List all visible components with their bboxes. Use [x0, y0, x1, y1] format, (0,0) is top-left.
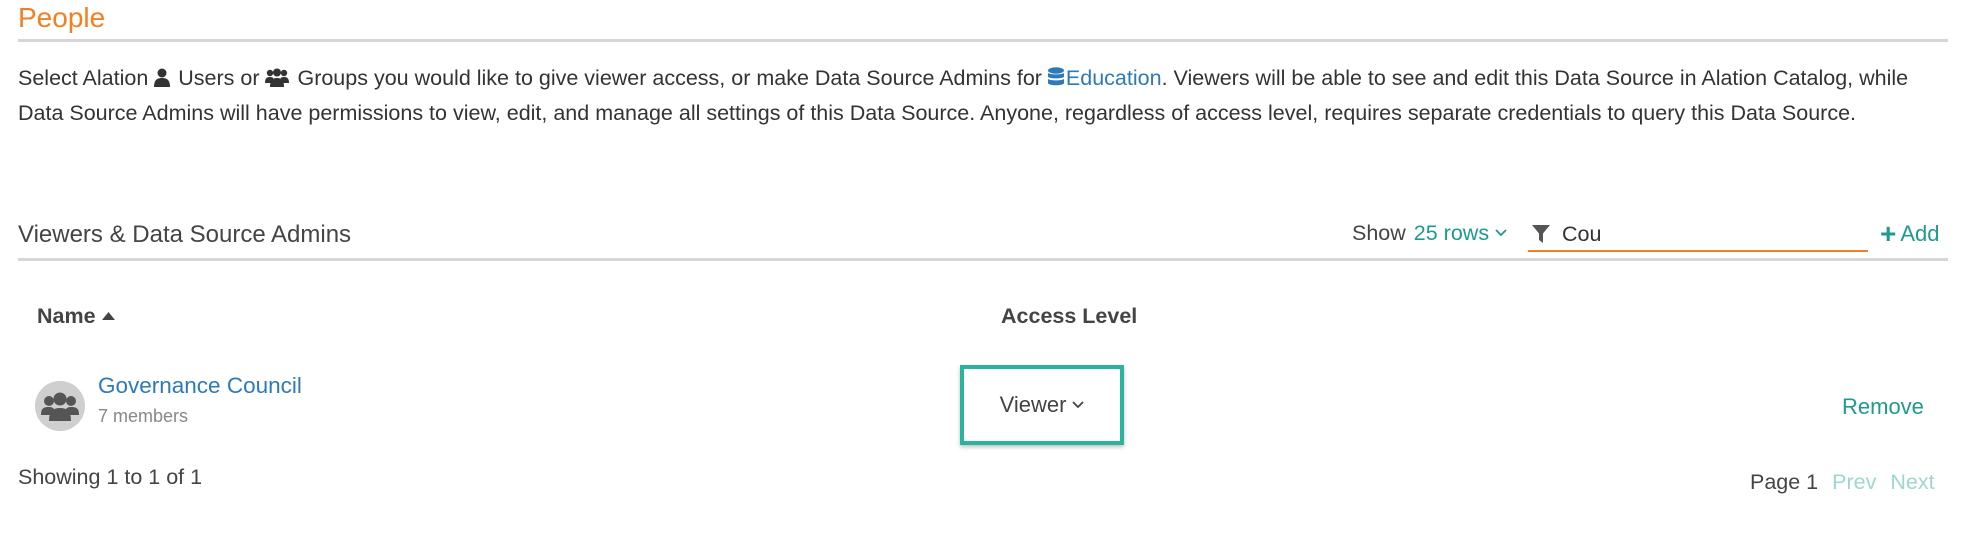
add-button[interactable]: + Add: [1880, 218, 1940, 250]
description-part2: or: [234, 66, 266, 90]
show-label: Show: [1352, 220, 1406, 245]
remove-button[interactable]: Remove: [1842, 392, 1924, 422]
filter-field[interactable]: [1528, 218, 1868, 252]
filter-input[interactable]: [1562, 221, 1852, 247]
description-users: Users: [178, 66, 235, 90]
group-name-link[interactable]: Governance Council: [98, 371, 302, 401]
sort-asc-icon: [101, 312, 115, 320]
rows-per-page-value: 25 rows: [1413, 220, 1490, 245]
users-group-icon: [265, 64, 290, 97]
next-button[interactable]: Next: [1890, 467, 1934, 497]
user-icon: [154, 64, 171, 97]
member-count: 7 members: [98, 406, 189, 426]
column-header-access-level: Access Level: [1001, 304, 1138, 328]
description-part1: Select Alation: [18, 66, 155, 90]
group-avatar: [35, 381, 85, 431]
column-header-name[interactable]: Name: [37, 302, 115, 330]
access-level-select[interactable]: Viewer: [960, 365, 1124, 445]
access-level-value: Viewer: [999, 392, 1067, 417]
column-header-name-label: Name: [37, 304, 96, 328]
database-icon: [1047, 64, 1064, 97]
table-divider: [18, 258, 1948, 261]
description-text: Select Alation Users or Groups you would…: [18, 62, 1953, 129]
plus-icon: +: [1880, 218, 1897, 249]
add-button-label: Add: [1900, 221, 1940, 246]
prev-button[interactable]: Prev: [1832, 467, 1876, 497]
pagination: Page 1 Prev Next: [1750, 467, 1935, 497]
rows-per-page-select[interactable]: 25 rows: [1414, 221, 1507, 246]
chevron-down-icon: [1495, 229, 1507, 237]
section-divider: [18, 39, 1948, 42]
showing-count: Showing 1 to 1 of 1: [18, 465, 203, 489]
datasource-link[interactable]: Education: [1066, 66, 1162, 90]
people-permissions-panel: People Select Alation Users or Groups yo…: [0, 0, 1964, 550]
page-indicator: Page 1: [1750, 470, 1819, 494]
table-title: Viewers & Data Source Admins: [18, 221, 352, 248]
description-groups: Groups: [297, 66, 368, 90]
users-group-icon: [35, 381, 85, 431]
description-part3: you would like to give viewer access, or…: [367, 66, 1048, 90]
table-toolbar: Show 25 rows: [1352, 216, 1507, 250]
section-title: People: [18, 2, 106, 33]
chevron-down-icon: [1072, 401, 1085, 409]
filter-icon: [1532, 225, 1550, 243]
